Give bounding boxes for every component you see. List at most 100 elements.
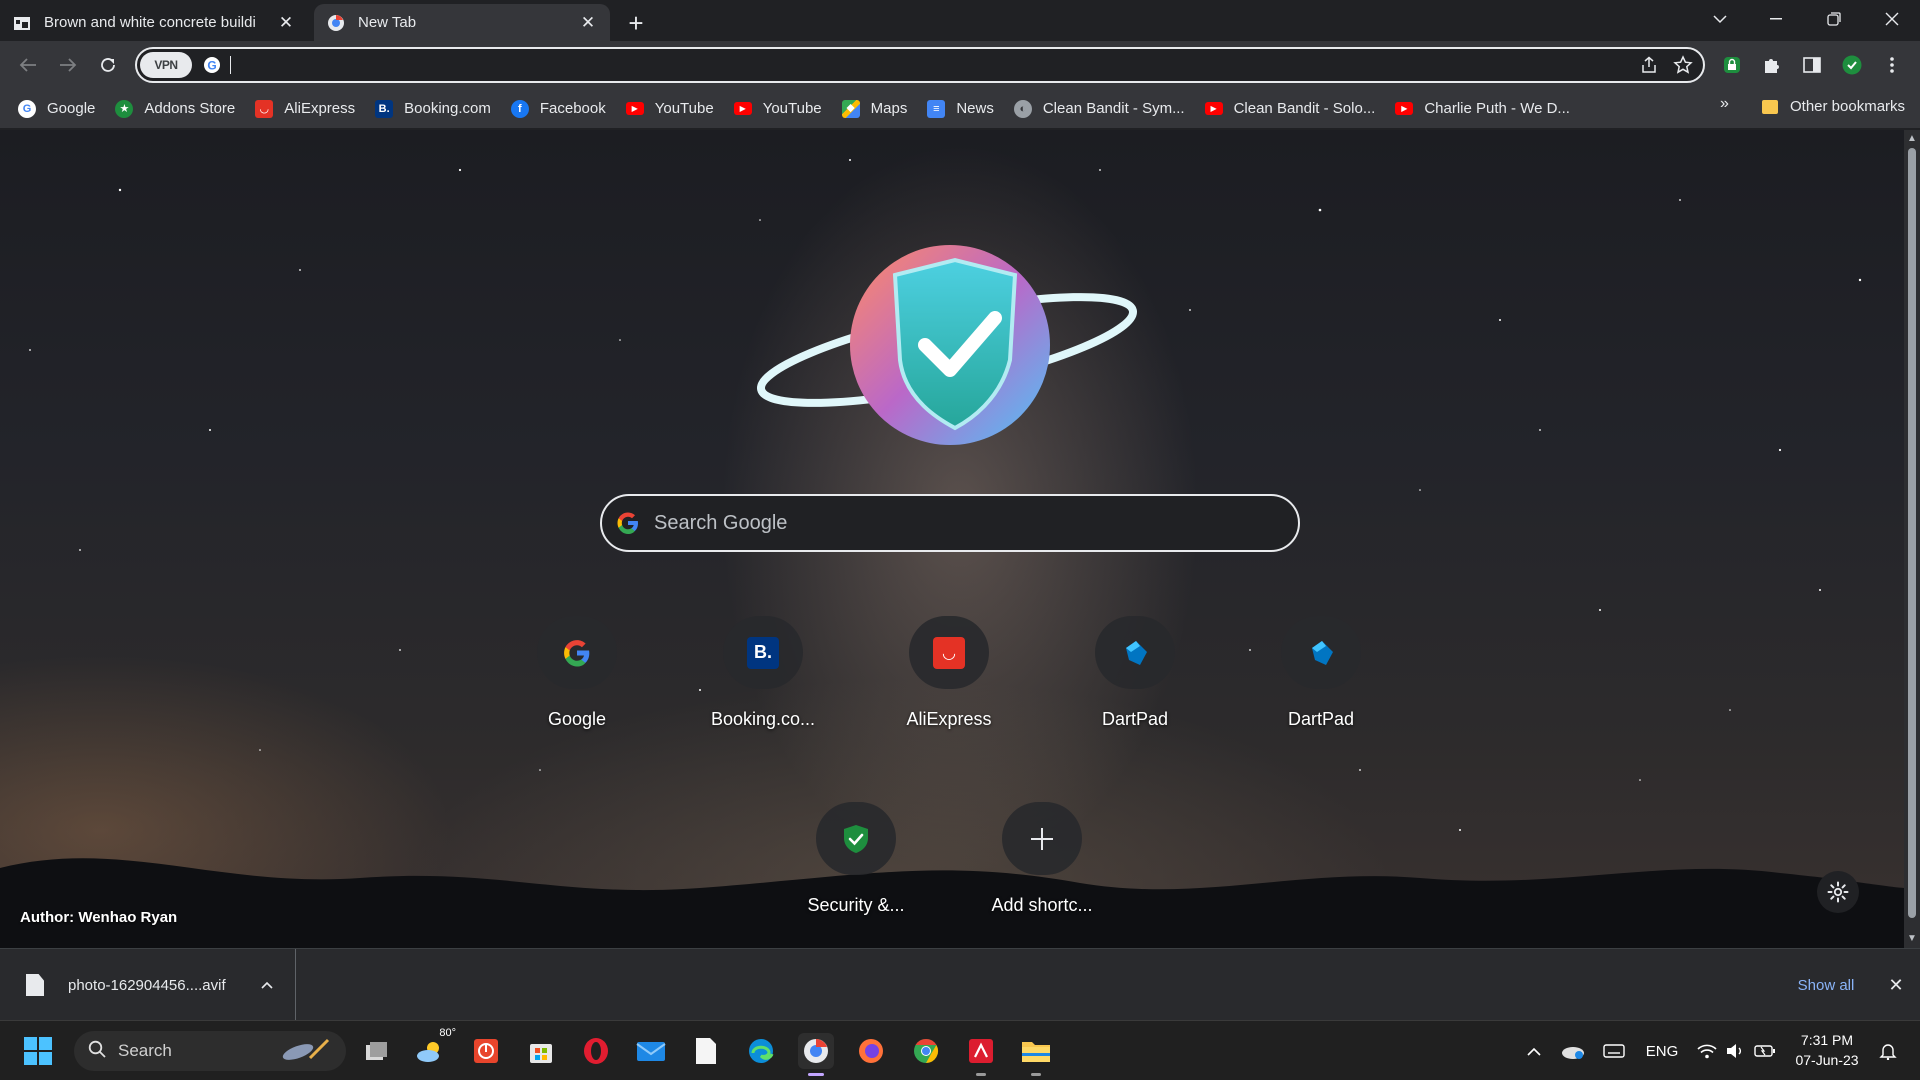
new-tab-button[interactable]: +	[622, 8, 650, 38]
bookmark-google[interactable]: G Google	[18, 95, 103, 123]
file-icon	[26, 974, 44, 996]
weather-widget[interactable]: 80°	[412, 1027, 456, 1069]
shortcut-booking[interactable]: B. Booking.co...	[703, 600, 823, 730]
onedrive-cloud-icon[interactable]	[1558, 1039, 1588, 1063]
windows-start-button[interactable]	[24, 1037, 52, 1065]
close-window-button[interactable]	[1864, 0, 1920, 38]
show-hidden-icons-chevron-icon[interactable]	[1522, 1039, 1546, 1063]
shortcut-google[interactable]: Google	[517, 600, 637, 730]
microsoft-store-icon[interactable]	[523, 1033, 559, 1069]
add-shortcut-button[interactable]: Add shortc...	[982, 786, 1102, 916]
shortcut-dartpad[interactable]: DartPad	[1261, 600, 1381, 730]
clock-date: 07-Jun-23	[1795, 1052, 1859, 1068]
shortcut-aliexpress[interactable]: ◡ AliExpress	[889, 600, 1009, 730]
search-placeholder: Search Google	[654, 511, 788, 534]
download-item[interactable]: photo-162904456....avif	[0, 949, 296, 1021]
bookmarks-overflow-button[interactable]: »	[1720, 95, 1729, 113]
show-all-downloads-button[interactable]: Show all	[1781, 969, 1871, 1001]
page-scrollbar[interactable]: ▲ ▼	[1904, 130, 1920, 948]
close-tab-icon[interactable]: ✕	[578, 13, 598, 33]
bookmark-addons-store[interactable]: ★ Addons Store	[115, 95, 243, 123]
active-browser-icon[interactable]	[798, 1033, 834, 1076]
forward-button[interactable]	[52, 49, 84, 81]
shortcut-label: Add shortc...	[991, 895, 1093, 915]
tab-photo[interactable]: Brown and white concrete buildi ✕	[0, 4, 308, 41]
bookmark-youtube[interactable]: ▶ YouTube	[733, 95, 830, 123]
chrome-icon[interactable]	[908, 1033, 944, 1069]
active-indicator	[808, 1073, 824, 1076]
share-icon[interactable]	[1635, 51, 1663, 79]
google-icon	[614, 509, 642, 537]
weather-temperature: 80°	[439, 1027, 456, 1039]
chevron-up-icon[interactable]	[255, 981, 279, 989]
folder-icon	[1762, 99, 1778, 114]
task-view-icon[interactable]	[358, 1033, 394, 1069]
bookmark-booking[interactable]: B. Booking.com	[375, 95, 499, 123]
bookmark-maps[interactable]: ⬥ Maps	[841, 95, 916, 123]
bookmark-clean-bandit-solo[interactable]: ▶ Clean Bandit - Solo...	[1204, 95, 1384, 123]
aliexpress-icon: ◡	[933, 636, 965, 669]
bookmark-star-icon[interactable]	[1669, 51, 1697, 79]
taskbar-clock[interactable]: 7:31 PM 07-Jun-23	[1782, 1030, 1872, 1070]
clock-time: 7:31 PM	[1800, 1032, 1854, 1048]
svg-text:G: G	[207, 59, 216, 73]
password-lock-extension-icon[interactable]	[1720, 53, 1744, 77]
google-icon	[564, 639, 590, 667]
mail-icon[interactable]	[633, 1033, 669, 1069]
shortcut-dartpad[interactable]: DartPad	[1075, 600, 1195, 730]
minimize-button[interactable]	[1748, 0, 1804, 38]
close-tab-icon[interactable]: ✕	[276, 13, 296, 33]
globe-icon: ◐	[1013, 99, 1032, 118]
opera-icon[interactable]	[578, 1033, 614, 1069]
wifi-icon[interactable]	[1694, 1039, 1720, 1063]
browser-security-logo	[757, 245, 1137, 445]
touch-keyboard-icon[interactable]	[1600, 1039, 1628, 1063]
battery-icon[interactable]	[1752, 1039, 1778, 1063]
notifications-bell-icon[interactable]	[1874, 1039, 1902, 1063]
extensions-puzzle-icon[interactable]	[1760, 53, 1784, 77]
tab-new-tab[interactable]: New Tab ✕	[314, 4, 610, 41]
reload-button[interactable]	[92, 49, 124, 81]
shortcut-icon-bg	[816, 802, 896, 875]
ntp-search-box[interactable]: Search Google	[600, 494, 1300, 552]
volume-icon[interactable]	[1722, 1039, 1748, 1063]
profile-shield-icon[interactable]	[1840, 53, 1864, 77]
tab-search-icon[interactable]	[1692, 0, 1748, 38]
plus-icon	[1031, 827, 1053, 850]
bookmark-label: Addons Store	[144, 100, 236, 117]
firefox-icon[interactable]	[853, 1033, 889, 1069]
bookmark-news[interactable]: ≡ News	[927, 95, 1002, 123]
bookmark-clean-bandit-sym[interactable]: ◐ Clean Bandit - Sym...	[1013, 95, 1193, 123]
bookmark-aliexpress[interactable]: ◡ AliExpress	[255, 95, 363, 123]
shortcut-icon-bg	[537, 616, 617, 689]
address-input[interactable]	[239, 50, 1635, 80]
scroll-up-icon[interactable]: ▲	[1907, 134, 1917, 144]
antivirus-app-icon[interactable]	[468, 1033, 504, 1069]
restore-button[interactable]	[1806, 0, 1862, 38]
bookmark-label: Charlie Puth - We D...	[1424, 100, 1570, 117]
close-download-shelf-icon[interactable]: ✕	[1884, 973, 1908, 997]
bookmark-youtube[interactable]: ▶ YouTube	[625, 95, 722, 123]
side-panel-icon[interactable]	[1800, 53, 1824, 77]
more-menu-icon[interactable]	[1880, 53, 1904, 77]
notepad-icon[interactable]	[688, 1033, 724, 1069]
other-bookmarks-folder[interactable]: Other bookmarks	[1762, 98, 1905, 115]
input-language[interactable]: ENG	[1640, 1039, 1684, 1063]
address-bar[interactable]: VPN G	[135, 47, 1705, 83]
taskbar-search[interactable]: Search	[74, 1031, 346, 1071]
shortcut-security[interactable]: Security &...	[796, 786, 916, 916]
bookmark-facebook[interactable]: f Facebook	[510, 95, 614, 123]
background-author-credit[interactable]: Author: Wenhao Ryan	[20, 909, 177, 926]
aliexpress-icon: ◡	[255, 99, 274, 118]
shortcut-label: AliExpress	[906, 709, 992, 729]
vpn-button[interactable]: VPN	[140, 52, 192, 78]
scroll-down-icon[interactable]: ▼	[1907, 934, 1917, 944]
file-explorer-icon[interactable]	[1018, 1033, 1054, 1076]
bookmark-label: AliExpress	[284, 100, 356, 117]
bookmark-charlie-puth[interactable]: ▶ Charlie Puth - We D...	[1395, 95, 1578, 123]
customize-page-button[interactable]	[1817, 871, 1859, 913]
pdf-reader-icon[interactable]	[963, 1033, 999, 1076]
edge-icon[interactable]	[743, 1033, 779, 1069]
back-button[interactable]	[12, 49, 44, 81]
scrollbar-thumb[interactable]	[1908, 148, 1916, 918]
